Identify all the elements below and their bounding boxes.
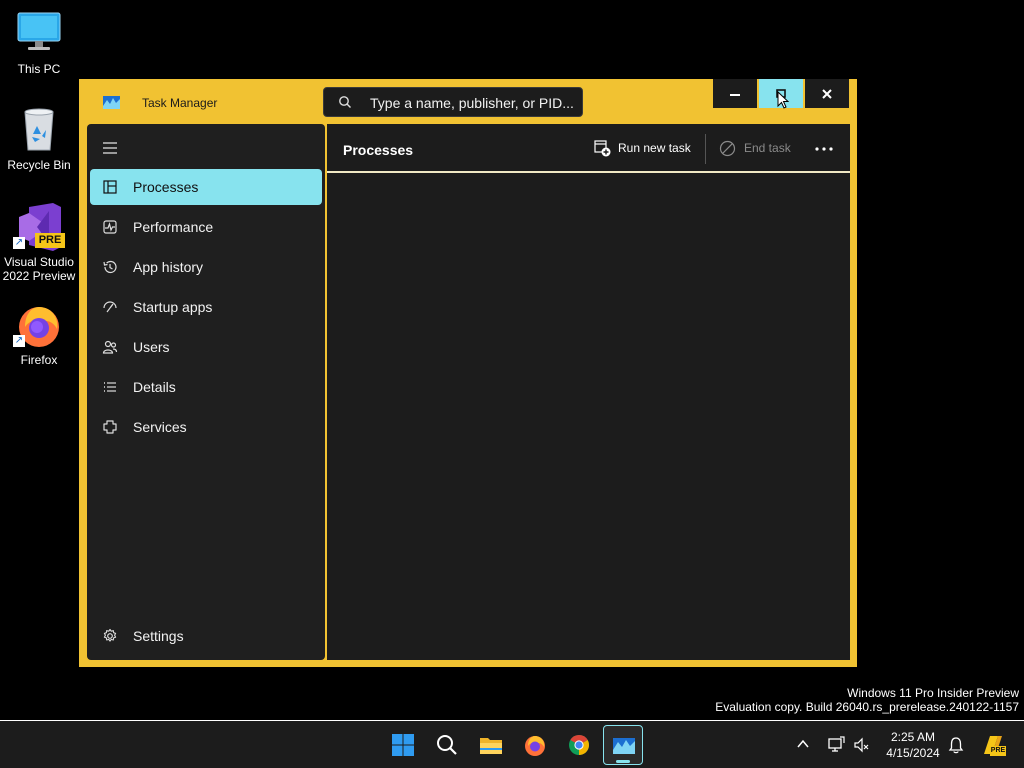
search-placeholder: Type a name, publisher, or PID...: [370, 95, 574, 111]
running-indicator: [616, 760, 630, 763]
details-icon: [104, 382, 116, 392]
users-icon: [102, 340, 118, 354]
processes-icon: [103, 180, 117, 194]
desktop-icon-this-pc[interactable]: This PC: [1, 10, 77, 76]
nav-item-label: Processes: [133, 179, 199, 195]
file-explorer-button[interactable]: [471, 725, 511, 765]
nav-item-settings[interactable]: Settings: [90, 618, 322, 654]
header-divider: [327, 171, 850, 173]
hamburger-menu-icon[interactable]: [102, 141, 118, 155]
nav-item-label: Performance: [133, 219, 214, 235]
close-button[interactable]: [805, 79, 849, 108]
end-task-icon: [719, 140, 736, 157]
search-icon: [437, 735, 457, 755]
chevron-up-icon[interactable]: [796, 737, 810, 751]
nav-item-app-history[interactable]: App history: [90, 249, 322, 285]
close-icon: [822, 89, 832, 99]
startup-apps-icon: [103, 301, 117, 313]
task-manager-app-icon: [103, 96, 120, 109]
task-manager-window: Task Manager Type a name, publisher, or …: [79, 79, 857, 667]
navigation-pane: Processes Performance App history Startu…: [87, 124, 325, 660]
more-options-icon[interactable]: [813, 138, 835, 160]
nav-item-users[interactable]: Users: [90, 329, 322, 365]
desktop-icon-label: Recycle Bin: [7, 158, 71, 172]
desktop-icon-label: Firefox: [20, 353, 58, 367]
nav-item-startup-apps[interactable]: Startup apps: [90, 289, 322, 325]
gear-icon: [103, 628, 117, 642]
visual-studio-icon: PRE ↗: [13, 203, 65, 251]
firefox-taskbar-button[interactable]: [515, 725, 555, 765]
minimize-button[interactable]: [713, 79, 757, 108]
nav-item-label: App history: [133, 259, 204, 275]
copilot-pre-badge: PRE: [990, 746, 1006, 756]
nav-item-label: Settings: [133, 628, 184, 644]
nav-item-details[interactable]: Details: [90, 369, 322, 405]
end-task-label: End task: [744, 141, 791, 155]
watermark-edition: Windows 11 Pro Insider Preview: [847, 686, 1019, 700]
chrome-icon: [569, 735, 589, 755]
maximize-button[interactable]: [759, 79, 803, 109]
app-history-icon: [103, 260, 117, 274]
firefox-icon: [525, 736, 545, 756]
mouse-cursor-icon: [777, 91, 789, 109]
desktop-icon-visual-studio[interactable]: PRE ↗ Visual Studio 2022 Preview: [1, 203, 77, 283]
run-new-task-label: Run new task: [618, 141, 691, 155]
start-icon: [392, 734, 414, 756]
desktop-icon-firefox[interactable]: ↗ Firefox: [1, 301, 77, 367]
page-title: Processes: [343, 142, 414, 158]
pre-badge: PRE: [35, 233, 65, 248]
clock-date: 4/15/2024: [886, 746, 940, 760]
search-input[interactable]: Type a name, publisher, or PID...: [323, 87, 583, 117]
nav-item-label: Startup apps: [133, 299, 213, 315]
desktop-icon-label: This PC: [17, 62, 61, 76]
task-manager-icon: [613, 738, 635, 754]
nav-item-services[interactable]: Services: [90, 409, 322, 445]
nav-item-label: Details: [133, 379, 176, 395]
processes-pane: Processes Run new task End task: [327, 124, 850, 660]
watermark-build: Evaluation copy. Build 26040.rs_prerelea…: [715, 700, 1019, 714]
recycle-bin-icon: [15, 106, 63, 154]
clock-time: 2:25 AM: [890, 730, 936, 744]
file-explorer-icon: [480, 738, 502, 754]
shortcut-arrow-icon: ↗: [13, 335, 25, 347]
run-new-task-icon: [594, 140, 611, 157]
notification-bell-icon[interactable]: [948, 736, 964, 754]
nav-item-performance[interactable]: Performance: [90, 209, 322, 245]
start-button[interactable]: [383, 725, 423, 765]
nav-item-label: Users: [133, 339, 170, 355]
network-icon[interactable]: [827, 736, 845, 754]
firefox-icon: ↗: [13, 301, 63, 349]
services-icon: [103, 420, 117, 434]
nav-item-processes[interactable]: Processes: [90, 169, 322, 205]
volume-muted-icon[interactable]: [854, 736, 870, 754]
search-icon: [339, 96, 351, 108]
desktop-icon-recycle-bin[interactable]: Recycle Bin: [1, 106, 77, 172]
shortcut-arrow-icon: ↗: [13, 237, 25, 249]
task-manager-taskbar-button[interactable]: [603, 725, 643, 765]
windows-watermark: Windows 11 Pro Insider Preview Evaluatio…: [715, 686, 1019, 714]
toolbar-divider: [705, 134, 706, 164]
computer-icon: [15, 10, 63, 58]
taskbar: 2:25 AM 4/15/2024 PRE: [0, 720, 1024, 768]
performance-icon: [103, 220, 117, 234]
minimize-icon: [730, 94, 740, 96]
window-title: Task Manager: [142, 96, 218, 110]
chrome-taskbar-button[interactable]: [559, 725, 599, 765]
taskbar-search-button[interactable]: [427, 725, 467, 765]
desktop: This PC Recycle Bin PRE ↗ Visual Studio: [0, 0, 1024, 720]
copilot-button[interactable]: PRE: [980, 732, 1006, 758]
taskbar-clock[interactable]: 2:25 AM 4/15/2024: [872, 729, 954, 761]
desktop-icon-label: Visual Studio 2022 Preview: [2, 255, 76, 283]
nav-item-label: Services: [133, 419, 187, 435]
